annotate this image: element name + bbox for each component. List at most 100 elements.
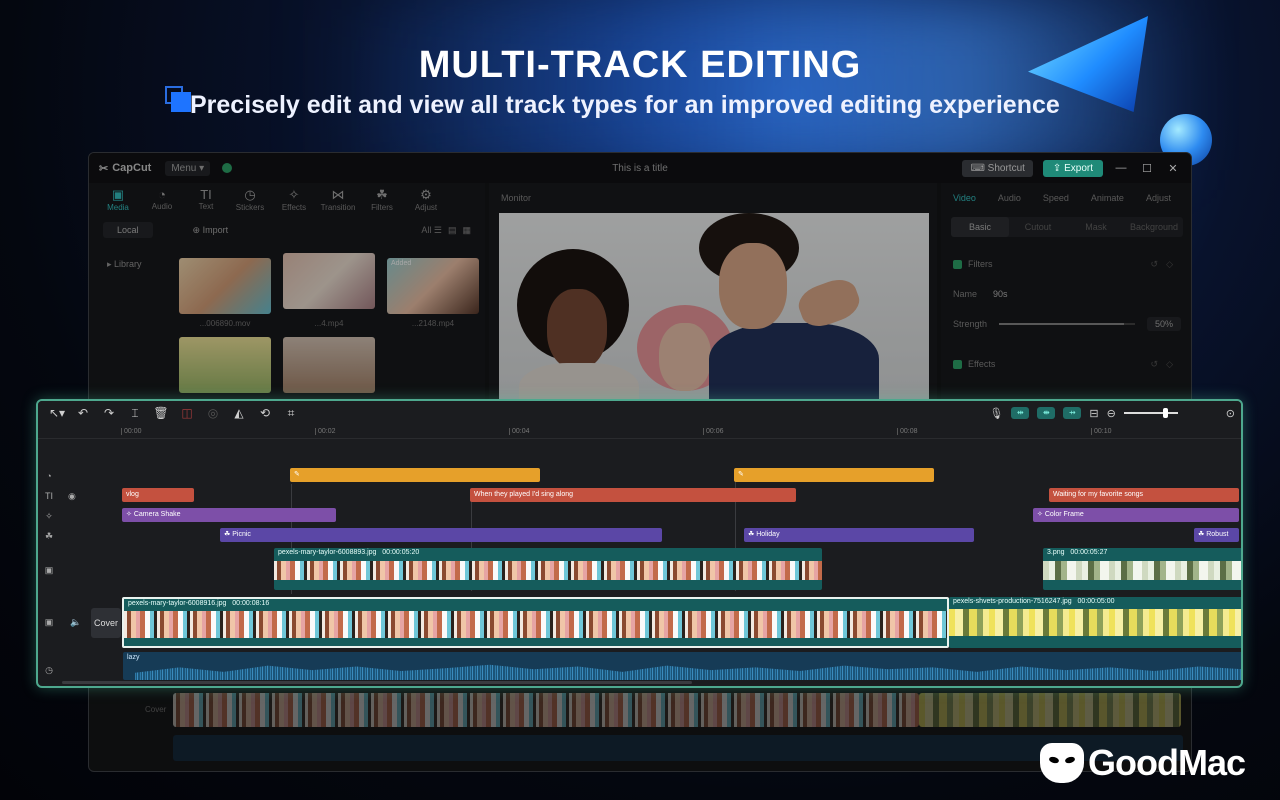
reset-icon[interactable]: ↺◇ [1151, 259, 1181, 270]
sticker-clip[interactable]: ✎ [734, 468, 934, 482]
menu-button[interactable]: Menu ▾ [165, 160, 211, 176]
overlay-video-clip[interactable]: pexels-mary-taylor-6008893.jpg 00:00:05:… [274, 548, 822, 590]
ruler-tick: 00:06 [703, 428, 724, 435]
strength-row: Strength 50% [941, 309, 1191, 339]
title-bar: ✂ CapCut Menu ▾ This is a title ⌨ Shortcu… [89, 153, 1191, 183]
split-icon[interactable]: ⌶ [122, 406, 148, 421]
main-video-clip[interactable]: pexels-mary-taylor-6008916.jpg 00:00:08:… [122, 597, 949, 648]
filter-icon: ☘ [1198, 531, 1207, 538]
subtab-background[interactable]: Background [1125, 217, 1183, 237]
tab-stickers[interactable]: ◷ Stickers [229, 187, 271, 212]
text-clip[interactable]: vlog [122, 488, 194, 502]
zoom-out-icon[interactable]: ⊖ [1107, 407, 1116, 420]
microphone-icon[interactable]: 🎙 [989, 407, 1003, 420]
tab-text[interactable]: TI Text [185, 187, 227, 212]
media-thumbnail[interactable] [283, 253, 375, 309]
text-clip[interactable]: When they played I'd sing along [470, 488, 796, 502]
media-thumbnail[interactable]: Added [387, 258, 479, 314]
tab-adjust-props[interactable]: Adjust [1146, 193, 1171, 203]
tab-filters[interactable]: ☘ Filters [361, 187, 403, 212]
filter-all-dropdown[interactable]: All ☰ [421, 225, 442, 236]
name-label: Name [953, 289, 978, 299]
freeze-icon[interactable]: ◫ [174, 406, 200, 420]
clip-label: pexels-mary-taylor-6008893.jpg 00:00:05:… [278, 549, 420, 556]
media-thumbnail[interactable] [179, 337, 271, 393]
filter-clip[interactable]: ☘ Holiday [744, 528, 974, 542]
capcut-logo-icon: ✂ [99, 162, 109, 175]
export-button[interactable]: ⇪ Export [1042, 159, 1103, 177]
tab-effects[interactable]: ✧ Effects [273, 187, 315, 212]
media-thumbnail[interactable] [283, 337, 375, 393]
filters-label: Filters [968, 259, 993, 269]
ruler-tick: 00:08 [897, 428, 918, 435]
tab-media[interactable]: ▣ Media [97, 187, 139, 212]
main-video-clip[interactable]: pexels-shvets-production-7516247.jpg 00:… [949, 597, 1241, 648]
multi-track-timeline: ↖▾ ↶ ↷ ⌶ 🗑 ◫ ◎ ◭ ⟲ ⌗ 🎙 ⇹ ⇼ ⇸ ⊟ ⊖ ⊙ 00:00… [36, 399, 1243, 688]
filters-checkbox[interactable] [953, 259, 962, 269]
crop-icon[interactable]: ⌗ [278, 406, 304, 421]
strength-slider[interactable] [999, 323, 1135, 325]
list-view-icon[interactable]: ▤ [448, 225, 457, 236]
select-tool-icon[interactable]: ↖▾ [44, 406, 70, 420]
time-ruler[interactable]: 00:00 00:02 00:04 00:06 00:08 00:10 [38, 425, 1241, 439]
magnet-icon[interactable]: ⇼ [1037, 407, 1056, 419]
mirror-icon[interactable]: ◭ [226, 406, 252, 420]
filter-clip[interactable]: ☘ Robust [1194, 528, 1239, 542]
tab-speed[interactable]: Speed [1043, 193, 1069, 203]
link-clips-icon[interactable]: ⇸ [1063, 407, 1082, 419]
text-track-icon: TI [45, 491, 53, 501]
strength-value[interactable]: 50% [1146, 317, 1181, 331]
reset-icon[interactable]: ↺◇ [1151, 359, 1181, 370]
audio-track-icon: ◷ [45, 665, 53, 675]
effects-label: Effects [968, 359, 996, 369]
monitor-panel: Monitor [489, 183, 937, 403]
tab-audio[interactable]: ◔ Audio [141, 187, 183, 212]
tool-tabs: ▣ Media ◔ Audio TI Text ◷ Stickers ✧ Effects … [89, 183, 485, 216]
delete-icon[interactable]: 🗑 [148, 406, 174, 420]
reverse-icon[interactable]: ◎ [200, 406, 226, 420]
undo-icon[interactable]: ↶ [70, 406, 96, 420]
close-icon[interactable]: ✕ [1165, 162, 1181, 175]
local-button[interactable]: Local [103, 222, 153, 238]
library-item[interactable]: ▸ Library [107, 259, 142, 270]
redo-icon[interactable]: ↷ [96, 406, 122, 420]
tab-adjust[interactable]: ⚙ Adjust [405, 187, 447, 212]
filter-clip[interactable]: ☘ Picnic [220, 528, 662, 542]
effects-checkbox[interactable] [953, 359, 962, 369]
zoom-slider[interactable] [1123, 408, 1178, 418]
filters-row: Filters ↺◇ [941, 249, 1191, 279]
effect-clip[interactable]: ✧ Camera Shake [122, 508, 336, 522]
horizontal-scrollbar[interactable] [62, 681, 692, 684]
tab-animate[interactable]: Animate [1091, 193, 1124, 203]
sticker-icon: ✎ [294, 471, 300, 478]
audio-clip[interactable]: lazy [123, 652, 1241, 680]
preview-axis-icon[interactable]: ⊟ [1089, 407, 1098, 420]
grid-view-icon[interactable]: ▦ [462, 225, 471, 236]
main-track-icon: ▣ [44, 617, 54, 627]
shortcut-button[interactable]: ⌨ Shortcut [962, 159, 1033, 177]
effect-icon: ✧ [1037, 511, 1045, 518]
speaker-icon[interactable]: 🔈 [70, 617, 81, 628]
import-button[interactable]: ⊕ Import [193, 225, 229, 236]
tab-video[interactable]: Video [953, 193, 976, 203]
eye-icon[interactable]: ◉ [68, 491, 76, 502]
tab-audio-props[interactable]: Audio [998, 193, 1021, 203]
subtab-basic[interactable]: Basic [951, 217, 1009, 237]
overlay-video-clip[interactable]: 3.png 00:00:05:27 [1043, 548, 1241, 590]
link-main-track-icon[interactable]: ⇹ [1011, 407, 1030, 419]
zoom-fit-icon[interactable]: ⊙ [1226, 407, 1235, 420]
bg-audio-track [173, 735, 1183, 761]
preview-image[interactable] [499, 213, 929, 403]
media-thumbnail[interactable] [179, 258, 271, 314]
timeline-right-tools: 🎙 ⇹ ⇼ ⇸ ⊟ ⊖ ⊙ [989, 401, 1235, 425]
cover-button[interactable]: Cover [91, 608, 121, 638]
sticker-clip[interactable]: ✎ [290, 468, 540, 482]
text-clip[interactable]: Waiting for my favorite songs [1049, 488, 1239, 502]
maximize-icon[interactable]: ☐ [1139, 162, 1155, 175]
tab-transition[interactable]: ⋈ Transition [317, 187, 359, 212]
effect-clip[interactable]: ✧ Color Frame [1033, 508, 1239, 522]
rotate-icon[interactable]: ⟲ [252, 406, 278, 420]
subtab-mask[interactable]: Mask [1067, 217, 1125, 237]
minimize-icon[interactable]: — [1113, 162, 1129, 174]
subtab-cutout[interactable]: Cutout [1009, 217, 1067, 237]
